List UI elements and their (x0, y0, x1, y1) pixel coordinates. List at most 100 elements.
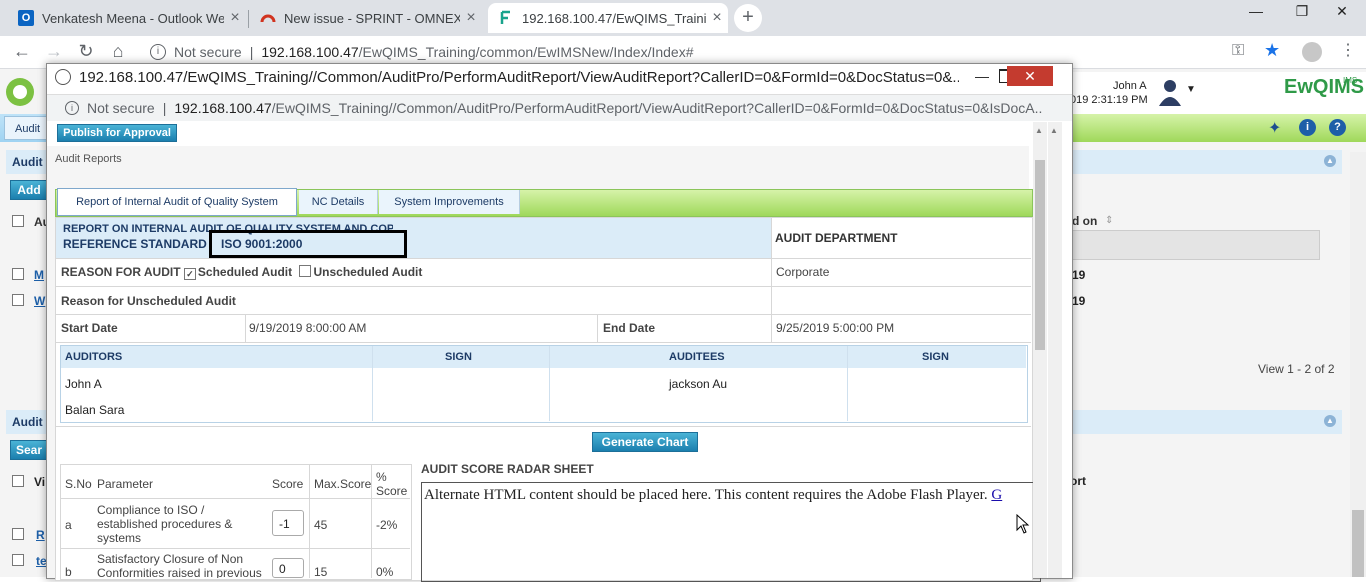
close-tab-icon[interactable]: × (460, 9, 482, 27)
collapse-icon[interactable]: ▲ (1324, 415, 1336, 427)
home-icon[interactable]: ⌂ (106, 41, 130, 62)
bookmark-star-icon[interactable]: ★ (1264, 40, 1280, 61)
profile-avatar[interactable] (1302, 42, 1322, 62)
score-row-parameter: Satisfactory Closure of Non Conformities… (97, 552, 262, 578)
scroll-up-arrow-icon[interactable]: ▲ (1050, 126, 1058, 135)
tab-report-internal-audit[interactable]: Report of Internal Audit of Quality Syst… (57, 188, 297, 216)
minimize-window-button[interactable]: — (1236, 0, 1276, 24)
select-all-checkbox[interactable] (12, 215, 26, 229)
score-input[interactable]: 0 (272, 558, 304, 578)
info-icon[interactable]: i (65, 101, 79, 115)
app-menu-bar-right (1070, 114, 1366, 142)
divider: | (249, 44, 254, 60)
flash-text: Alternate HTML content should be placed … (424, 487, 988, 503)
row-link[interactable]: W (34, 294, 45, 308)
row-checkbox[interactable] (12, 268, 26, 282)
score-row-max: 45 (314, 518, 328, 532)
row-checkbox[interactable] (12, 294, 26, 308)
popup-url-host: 192.168.100.47 (174, 100, 272, 116)
divider (61, 498, 410, 499)
key-icon[interactable]: ⚿ (1232, 42, 1244, 60)
user-menu-caret-icon[interactable]: ▼ (1186, 84, 1196, 95)
logo-superscript: IMS (1343, 76, 1358, 85)
browser-tab-outlook[interactable]: O Venkatesh Meena - Outlook Web × (8, 3, 246, 33)
close-tab-icon[interactable]: × (706, 9, 728, 27)
search-button[interactable]: Sear (10, 440, 48, 460)
row-date: 19 (1072, 294, 1086, 308)
back-icon[interactable]: ← (10, 41, 34, 62)
row-link[interactable]: R (36, 528, 45, 542)
popup-outer-scrollbar[interactable] (1048, 122, 1062, 578)
row-checkbox[interactable] (12, 554, 26, 568)
generate-chart-button[interactable]: Generate Chart (592, 432, 698, 452)
close-window-button[interactable]: ✕ (1318, 0, 1366, 24)
scheduled-checkbox[interactable]: ✓ (183, 268, 196, 280)
info-icon[interactable]: i (150, 44, 166, 60)
start-date-label: Start Date (61, 321, 118, 335)
score-header-max: Max.Score (314, 477, 372, 491)
sort-icon[interactable]: ⇕ (1105, 215, 1113, 226)
score-row-pct: -2% (376, 518, 398, 532)
popup-title-bar: 192.168.100.47/EwQIMS_Training//Common/A… (47, 64, 1072, 90)
new-tab-button[interactable]: + (734, 4, 762, 32)
row-link[interactable]: M (34, 268, 44, 282)
popup-title-url: 192.168.100.47/EwQIMS_Training//Common/A… (79, 68, 959, 86)
flash-link[interactable]: G (991, 487, 1002, 503)
column-header-planned-on[interactable]: d on (1072, 214, 1097, 228)
audit-department-label: AUDIT DEPARTMENT (775, 231, 898, 245)
scroll-up-arrow-icon[interactable]: ▲ (1035, 126, 1043, 135)
app-scrollbar-thumb[interactable] (1352, 510, 1364, 577)
divider (56, 426, 1031, 427)
divider (597, 314, 598, 342)
row-checkbox[interactable] (12, 528, 26, 542)
popup-minimize-button[interactable]: — (967, 66, 997, 86)
divider (771, 218, 772, 314)
app-logo-left (0, 72, 46, 112)
score-header-sno: S.No (65, 477, 92, 491)
divider (56, 342, 1031, 343)
popup-close-button[interactable]: ✕ (1007, 66, 1053, 86)
radar-sheet-label: AUDIT SCORE RADAR SHEET (421, 462, 594, 476)
select-all-checkbox-2[interactable] (12, 475, 26, 489)
auditors-header: AUDITORS (65, 351, 123, 363)
section-label-audit-reports: Audit Reports (55, 153, 122, 165)
tab-nc-details[interactable]: NC Details (299, 190, 378, 214)
score-input[interactable]: -1 (272, 510, 304, 536)
end-date-value: 9/25/2019 5:00:00 PM (776, 321, 895, 335)
user-datetime: 019 2:31:19 PM (1070, 94, 1148, 106)
report-standard-value: ISO 9001:2000 (221, 237, 303, 251)
menu-icon[interactable]: ⋮ (1340, 40, 1356, 60)
omnibox[interactable]: i Not secure | 192.168.100.47 /EwQIMS_Tr… (140, 40, 1290, 64)
divider (309, 465, 310, 578)
divider (56, 286, 1031, 287)
user-avatar-icon[interactable] (1155, 76, 1185, 106)
column-header-vi: Vi (34, 475, 46, 489)
reload-icon[interactable]: ↻ (74, 41, 98, 62)
popup-toolbar (47, 122, 1029, 147)
close-tab-icon[interactable]: × (224, 9, 246, 27)
section-header-audit: Audit (6, 150, 46, 174)
score-row-sno: a (65, 518, 72, 532)
pin-icon[interactable]: ✦ (1268, 118, 1281, 138)
help-icon[interactable]: ? (1329, 119, 1346, 136)
restore-window-button[interactable]: ❐ (1282, 0, 1322, 24)
browser-tab-jira[interactable]: New issue - SPRINT - OMNEX ISS × (250, 3, 482, 33)
section-header-right (1070, 150, 1342, 174)
add-button[interactable]: Add (10, 180, 48, 200)
filter-input[interactable] (1070, 230, 1320, 260)
info-circle-icon[interactable]: i (1299, 119, 1316, 136)
unscheduled-checkbox[interactable] (299, 265, 312, 277)
popup-address-bar[interactable]: i Not secure | 192.168.100.47 /EwQIMS_Tr… (47, 94, 1072, 121)
tab-system-improvements[interactable]: System Improvements (379, 190, 520, 214)
popup-scrollbar-thumb[interactable] (1035, 160, 1045, 350)
divider (56, 258, 1031, 259)
browser-tab-ewqims[interactable]: 192.168.100.47/EwQIMS_Training × (488, 3, 728, 33)
end-date-label: End Date (603, 321, 656, 335)
publish-for-approval-button[interactable]: Publish for Approval (57, 124, 177, 142)
divider (847, 346, 848, 421)
popup-url-path: /EwQIMS_Training//Common/AuditPro/Perfor… (271, 100, 1042, 116)
forward-icon[interactable]: → (42, 41, 66, 62)
app-tab-audit[interactable]: Audit (4, 116, 48, 140)
collapse-icon[interactable]: ▲ (1324, 155, 1336, 167)
popup-window: 192.168.100.47/EwQIMS_Training//Common/A… (46, 63, 1073, 582)
